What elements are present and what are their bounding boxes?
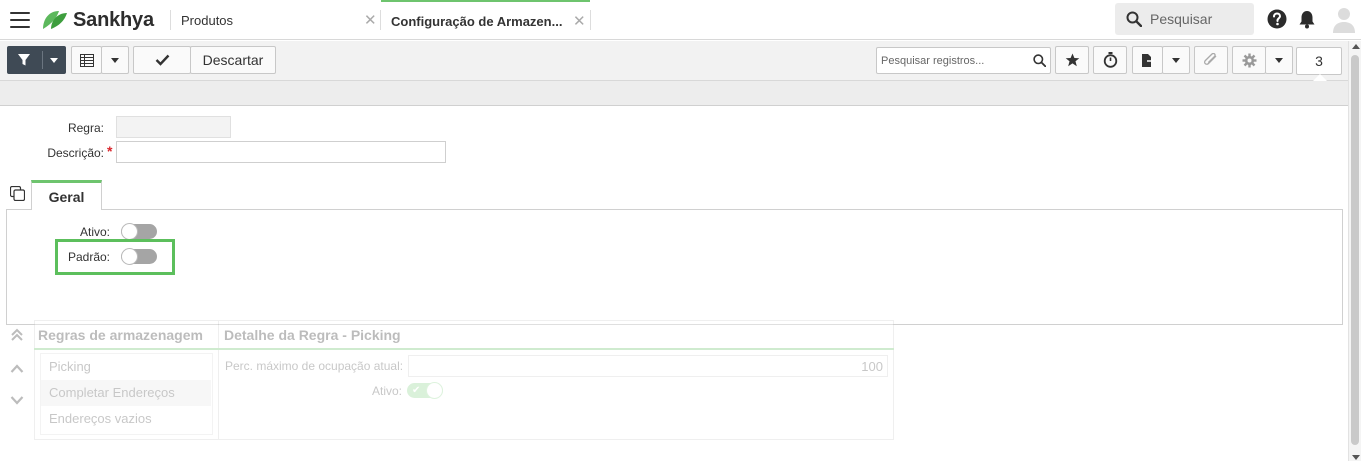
check-icon: ✔ [412,385,421,396]
sankhya-logo[interactable]: Sankhya [41,8,154,32]
check-icon [155,54,169,66]
toggle-knob [121,223,138,240]
rule-detail-title: Detalhe da Regra - Picking [224,327,401,343]
export-button[interactable] [1132,46,1163,74]
chevron-down-icon [50,57,58,63]
tab-label: Configuração de Armazen... [391,13,563,29]
storage-rules-section: Regras de armazenagem Picking Completar … [0,320,900,461]
record-count[interactable]: 3 [1296,47,1342,75]
collapse-up-icon[interactable] [0,320,33,350]
divider [590,10,591,30]
grid-view-dropdown[interactable] [101,46,129,74]
rules-list-underline [34,348,219,350]
required-asterisk: * [107,143,113,159]
export-dropdown[interactable] [1162,46,1190,74]
bell-icon[interactable] [1298,10,1316,29]
perc-ocupacao-label: Perc. máximo de ocupação atual: [225,359,404,373]
user-avatar-icon[interactable] [1332,6,1356,34]
global-search[interactable]: Pesquisar [1115,3,1254,35]
sankhya-leaf-icon [43,11,67,29]
export-icon [1142,53,1154,67]
rules-list-title: Regras de armazenagem [38,327,203,343]
search-icon [1126,11,1142,27]
rule-detail-underline [218,348,894,350]
header-strip [0,81,1348,106]
scroll-down-arrow-icon[interactable] [1352,455,1360,460]
tab-configuracao-armazenagem[interactable]: Configuração de Armazen... ✕ [381,0,590,40]
top-bar: Sankhya Produtos ✕ Configuração de Armaz… [0,0,1361,40]
padrao-highlight-box [55,239,175,275]
copy-icon[interactable] [10,186,25,201]
discard-label: Descartar [202,52,264,68]
scroll-up-arrow-icon[interactable] [1352,44,1360,49]
close-icon[interactable]: ✕ [573,12,586,30]
attachment-button[interactable] [1194,46,1228,74]
timer-button[interactable] [1093,46,1127,74]
discard-button[interactable]: Descartar [190,46,276,74]
chevron-down-icon [1275,57,1283,63]
save-button[interactable] [133,46,191,74]
tab-geral[interactable]: Geral [31,180,102,210]
descricao-label: Descrição: [47,146,104,160]
regra-label: Regra: [67,121,104,135]
toggle-knob [426,382,443,399]
search-label: Pesquisar [1150,11,1213,27]
toolbar: Descartar Pesquisar registros... 3 [0,41,1348,82]
chevron-down-icon[interactable] [0,385,33,415]
settings-button[interactable] [1232,46,1266,74]
detail-ativo-label: Ativo: [372,384,403,398]
help-icon[interactable] [1267,9,1287,29]
record-search-placeholder: Pesquisar registros... [881,54,985,67]
tab-label: Produtos [181,12,234,28]
filter-icon [18,54,30,66]
settings-dropdown[interactable] [1265,46,1293,74]
geral-tab-panel [6,209,1343,325]
stopwatch-icon [1103,52,1117,68]
list-item-picking[interactable]: Picking [41,354,211,380]
tab-produtos[interactable]: Produtos ✕ [171,0,380,40]
perc-ocupacao-value: 100 [861,359,883,374]
gear-icon [1242,53,1256,67]
scrollbar-thumb[interactable] [1351,55,1359,445]
detail-ativo-toggle[interactable]: ✔ [407,382,443,399]
favorite-button[interactable] [1055,46,1089,74]
chevron-up-icon[interactable] [0,353,33,383]
filter-button[interactable] [7,46,66,74]
vertical-scrollbar[interactable] [1348,41,1361,461]
ativo-toggle[interactable] [121,223,157,240]
descricao-field[interactable] [116,141,446,163]
brand-name: Sankhya [73,8,154,31]
record-search-input[interactable]: Pesquisar registros... [876,47,1051,74]
regra-field [116,116,231,138]
menu-icon[interactable] [10,12,30,28]
list-item-completar-enderecos[interactable]: Completar Endereços [41,380,211,406]
close-icon[interactable]: ✕ [364,11,377,29]
list-item-enderecos-vazios[interactable]: Endereços vazios [41,406,211,432]
search-icon[interactable] [1033,54,1046,67]
chevron-down-icon [1172,57,1180,63]
ativo-label: Ativo: [79,225,110,239]
attachment-icon [1204,53,1217,65]
grid-view-button[interactable] [71,46,102,74]
grid-icon [79,53,94,67]
star-icon [1065,53,1079,67]
perc-ocupacao-field[interactable]: 100 [408,355,888,377]
chevron-down-icon [111,57,119,63]
